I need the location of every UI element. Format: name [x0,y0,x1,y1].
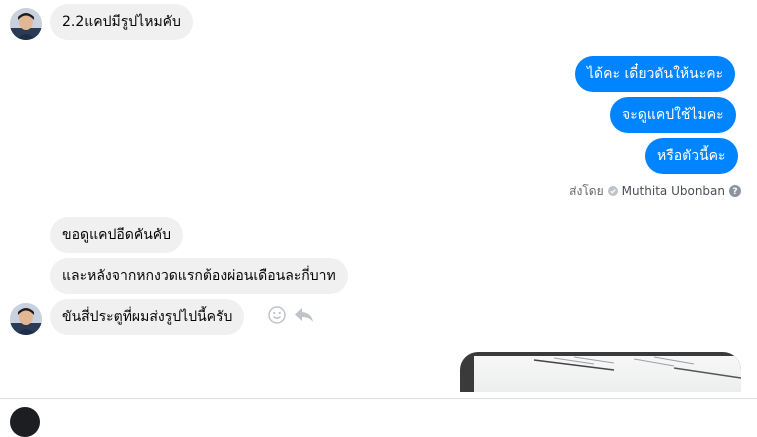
message-bubble-outgoing[interactable]: ได้คะ เดี๋ยวดันให้นะคะ [575,56,736,92]
message-actions [268,306,314,328]
sender-name-link[interactable]: Muthita Ubonban [622,184,725,198]
svg-text:?: ? [732,187,737,197]
reply-arrow-icon[interactable] [294,306,314,328]
message-bubble-outgoing[interactable]: หรือตัวนี้คะ [645,138,738,174]
message-bubble-incoming[interactable]: ขันสี่ประตูที่ผมส่งรูปไปนี้ครับ [50,299,245,335]
smiley-icon[interactable] [268,306,286,328]
message-bubble-incoming[interactable]: และหลังจากหกงวดแรกต้องผ่อนเดือนละกี่บาท [50,258,348,294]
message-composer[interactable] [0,398,757,437]
message-bubble-incoming[interactable]: 2.2แคปมีรูปไหมคับ [50,4,193,40]
message-bubble-outgoing[interactable]: จะดูแคปใช้ไมคะ [610,97,736,133]
check-circle-icon [607,186,618,196]
person-photo-icon [10,303,42,335]
person-photo-icon [10,8,42,40]
sent-by-label: ส่งโดย [569,183,604,198]
contact-avatar[interactable] [10,8,42,40]
sent-by-indicator: ส่งโดย Muthita Ubonban ? [569,183,741,199]
question-circle-icon[interactable]: ? [729,185,741,197]
image-attachment[interactable] [460,352,741,392]
image-preview [474,356,741,392]
contact-avatar[interactable] [10,303,42,335]
message-bubble-incoming[interactable]: ขอดูแคปอีดคันคับ [50,217,184,253]
